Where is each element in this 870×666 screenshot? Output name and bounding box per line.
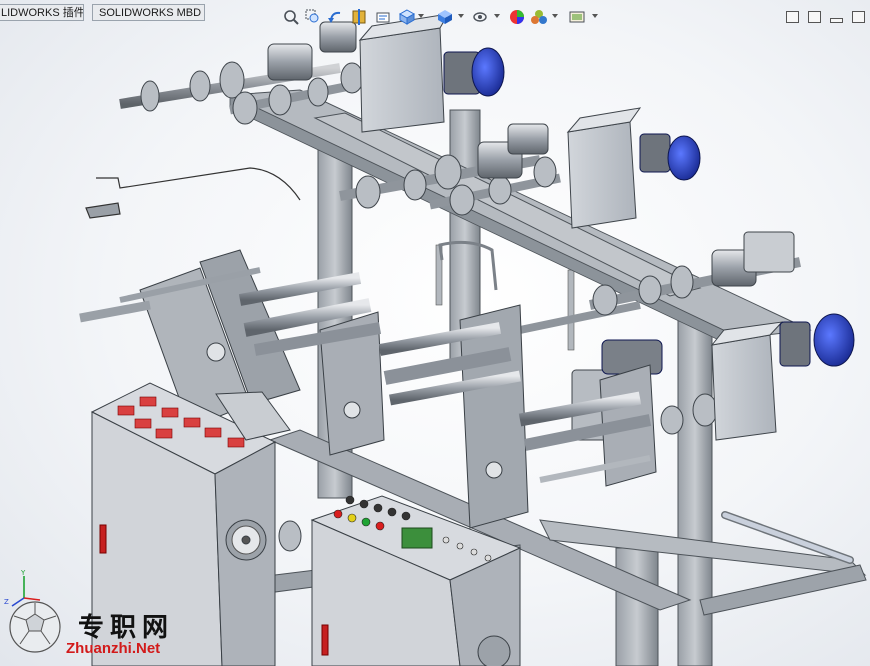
chevron-down-icon[interactable] bbox=[494, 14, 500, 18]
section-view-icon[interactable] bbox=[350, 8, 368, 26]
zoom-to-fit-icon[interactable] bbox=[282, 8, 300, 26]
command-manager-tabs: LIDWORKS 插件 SOLIDWORKS MBD bbox=[0, 0, 870, 24]
chevron-down-icon[interactable] bbox=[418, 14, 424, 18]
apply-scene-icon[interactable] bbox=[530, 8, 548, 26]
dynamic-annotation-icon[interactable] bbox=[374, 8, 392, 26]
tile-right-icon[interactable] bbox=[808, 11, 821, 23]
tab-solidworks-addins[interactable]: LIDWORKS 插件 bbox=[0, 4, 84, 21]
view-orientation-icon[interactable] bbox=[398, 8, 416, 26]
restore-icon[interactable] bbox=[852, 11, 865, 23]
display-style-icon[interactable] bbox=[436, 8, 454, 26]
triad-y-label: Y bbox=[20, 570, 26, 577]
minimize-icon[interactable] bbox=[830, 18, 843, 23]
view-settings-icon[interactable] bbox=[568, 8, 586, 26]
solidworks-graphics-area[interactable]: LIDWORKS 插件 SOLIDWORKS MBD Y Z 专职网 Zhuan… bbox=[0, 0, 870, 666]
watermark-logo bbox=[9, 601, 61, 653]
machine-assembly-model[interactable] bbox=[0, 0, 870, 666]
tab-solidworks-mbd[interactable]: SOLIDWORKS MBD bbox=[92, 4, 205, 21]
edit-appearance-icon[interactable] bbox=[508, 8, 526, 26]
previous-view-icon[interactable] bbox=[326, 8, 344, 26]
hide-show-items-icon[interactable] bbox=[472, 8, 490, 26]
watermark-url-text: Zhuanzhi.Net bbox=[66, 640, 161, 657]
chevron-down-icon[interactable] bbox=[458, 14, 464, 18]
tile-left-icon[interactable] bbox=[786, 11, 799, 23]
chevron-down-icon[interactable] bbox=[552, 14, 558, 18]
zoom-to-area-icon[interactable] bbox=[304, 8, 322, 26]
watermark-cn-text: 专职网 bbox=[78, 613, 175, 643]
chevron-down-icon[interactable] bbox=[592, 14, 598, 18]
